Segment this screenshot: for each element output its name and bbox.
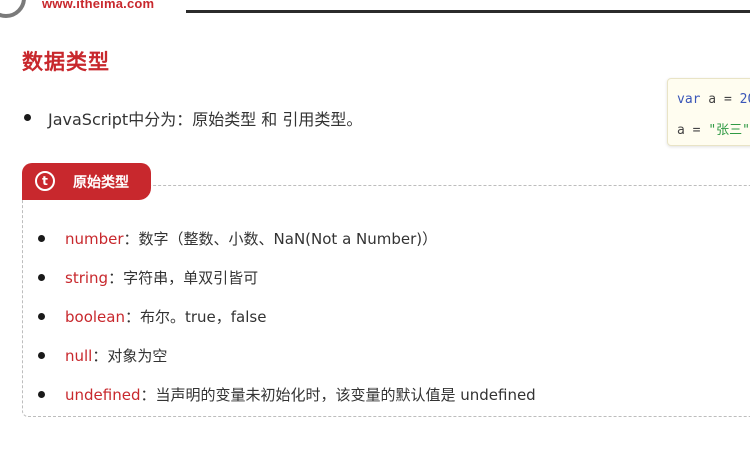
bullet-dot	[38, 274, 45, 281]
type-description: ：数字（整数、小数、NaN(Not a Number)）	[123, 230, 438, 248]
type-description: ：对象为空	[92, 347, 168, 365]
code-string: "张三"	[708, 123, 750, 138]
type-term: number	[65, 230, 124, 248]
site-url: www.itheima.com	[42, 0, 155, 11]
list-item-text: undefined：当声明的变量未初始化时，该变量的默认值是 undefined	[65, 384, 536, 405]
bullet-dot	[38, 313, 45, 320]
code-line-2: a = "张三";	[677, 119, 750, 138]
bullet-dot	[38, 352, 45, 359]
intro-text: JavaScript中分为：原始类型 和 引用类型。	[48, 110, 363, 129]
header-divider	[186, 10, 750, 13]
t-circle-icon: t	[35, 171, 55, 191]
list-item-text: string：字符串，单双引皆可	[65, 267, 258, 288]
list-item-text: number：数字（整数、小数、NaN(Not a Number)）	[65, 228, 437, 249]
code-identifier: a =	[677, 123, 709, 138]
card-tab: t 原始类型	[22, 163, 151, 200]
type-description: ：当声明的变量未初始化时，该变量的默认值是 undefined	[140, 386, 536, 404]
type-description: ：字符串，单双引皆可	[108, 269, 259, 287]
code-snippet: var a = 20; a = "张三";	[667, 78, 750, 146]
type-term: string	[65, 269, 109, 287]
page-title: 数据类型	[22, 50, 110, 74]
type-description: ：布尔。true，false	[124, 308, 267, 326]
code-number: 20	[739, 92, 750, 107]
logo-icon	[0, 0, 26, 18]
code-keyword: var	[677, 92, 701, 107]
code-identifier: a =	[700, 92, 740, 107]
type-term: boolean	[65, 308, 125, 326]
list-item-text: null：对象为空	[65, 345, 167, 366]
bullet-dot	[38, 235, 45, 242]
card-tab-label: 原始类型	[73, 175, 129, 191]
list-item-text: boolean：布尔。true，false	[65, 306, 266, 327]
bullet-dot	[24, 114, 31, 121]
bullet-dot	[38, 391, 45, 398]
primitive-types-card	[22, 185, 750, 417]
code-line-1: var a = 20;	[677, 92, 750, 107]
type-term: null	[65, 347, 93, 365]
type-term: undefined	[65, 386, 141, 404]
